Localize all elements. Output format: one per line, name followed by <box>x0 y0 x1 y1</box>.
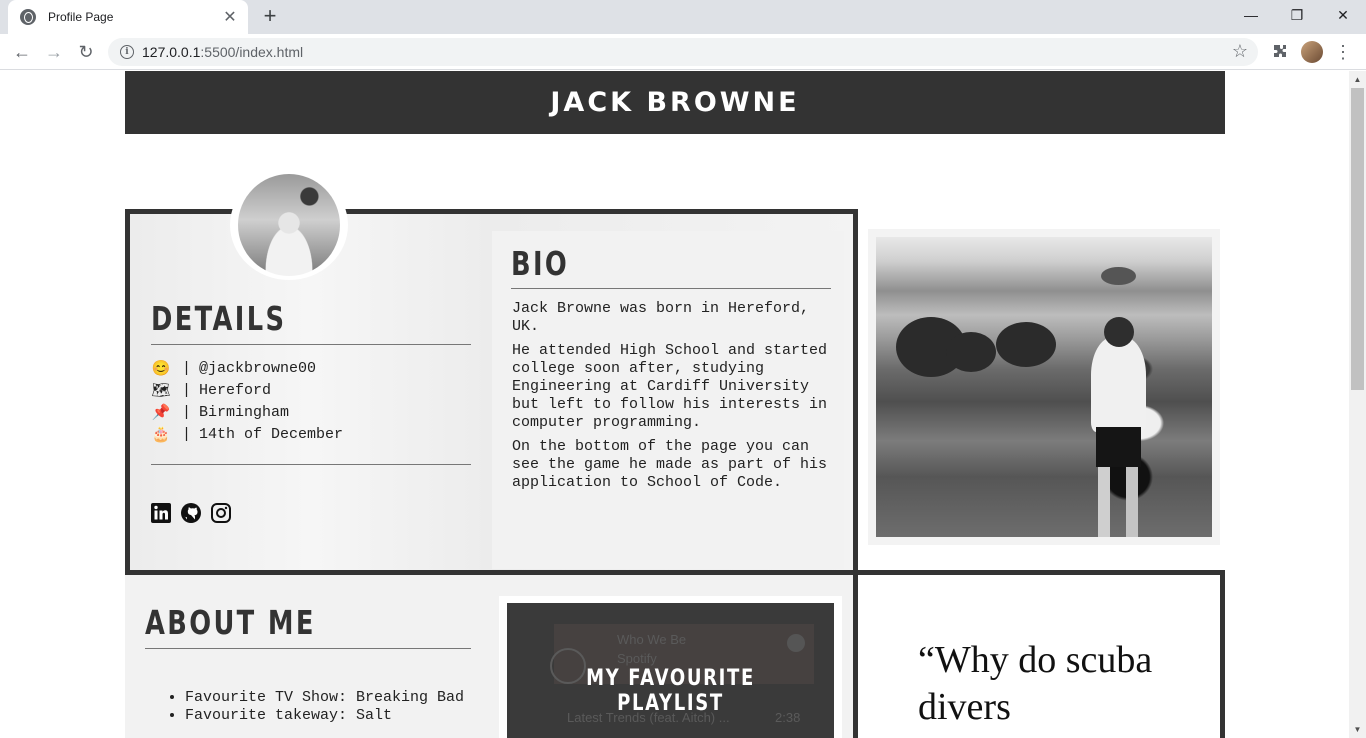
bookmark-star-icon[interactable]: ☆ <box>1232 41 1248 62</box>
about-list: Favourite TV Show: Breaking Bad Favourit… <box>185 689 465 725</box>
smiling-face-icon: 😊 <box>151 360 171 378</box>
detail-hometown: 🗺 | Hereford <box>151 381 272 400</box>
playlist-embed[interactable]: Who We Be Spotify Latest Trends (feat. A… <box>507 603 834 738</box>
spotify-icon <box>787 634 805 652</box>
about-heading: ABOUT ME <box>145 603 316 642</box>
bio-paragraph: Jack Browne was born in Hereford, UK. <box>512 300 810 335</box>
browser-toolbar: ← → ↻ i 127.0.0.1:5500/index.html ☆ ⋮ <box>0 34 1366 70</box>
detail-handle: 😊 | @jackbrowne00 <box>151 359 317 378</box>
info-icon[interactable]: i <box>120 45 134 59</box>
globe-icon <box>20 9 36 25</box>
profile-photo <box>230 170 348 280</box>
birthday-cake-icon: 🎂 <box>151 426 171 444</box>
list-item: Favourite takeway: Salt <box>185 707 465 725</box>
world-map-icon: 🗺 <box>151 382 171 400</box>
scroll-down-icon[interactable]: ▼ <box>1349 721 1366 738</box>
playlist-title: MY FAVOURITE PLAYLIST <box>586 666 755 716</box>
page-title: JACK BROWNE <box>550 87 800 118</box>
divider <box>151 464 471 465</box>
landscape-photo <box>876 237 1212 537</box>
tab-title: Profile Page <box>48 10 114 24</box>
menu-icon[interactable]: ⋮ <box>1332 41 1354 63</box>
details-list: 😊 | @jackbrowne00 🗺 | Hereford 📌 | Birmi… <box>151 357 343 445</box>
quote-text: “Why do scuba divers <box>918 639 1153 728</box>
scroll-up-icon[interactable]: ▲ <box>1349 71 1366 88</box>
close-window-icon[interactable]: ✕ <box>1320 0 1366 30</box>
tab-strip: Profile Page ✕ + — ❐ ✕ <box>0 0 1366 34</box>
new-tab-icon[interactable]: + <box>258 5 282 29</box>
divider <box>151 344 471 345</box>
browser-tab[interactable]: Profile Page ✕ <box>8 0 248 34</box>
close-tab-icon[interactable]: ✕ <box>222 7 238 27</box>
bio-paragraph: He attended High School and started coll… <box>512 342 828 431</box>
instagram-icon[interactable] <box>211 503 231 523</box>
playlist-source: Spotify <box>617 651 657 666</box>
pushpin-icon: 📌 <box>151 404 171 422</box>
detail-location: 📌 | Birmingham <box>151 403 290 422</box>
url-text: 127.0.0.1:5500/index.html <box>142 44 304 60</box>
profile-avatar[interactable] <box>1301 41 1323 63</box>
reload-icon[interactable]: ↻ <box>74 40 98 64</box>
site-header: JACK BROWNE <box>125 71 1225 134</box>
forward-icon[interactable]: → <box>42 40 66 64</box>
minimize-icon[interactable]: — <box>1228 0 1274 30</box>
page-viewport: JACK BROWNE DETAILS 😊 | @jackbrowne00 🗺 … <box>0 71 1349 738</box>
page-scrollbar[interactable]: ▲ ▼ <box>1349 71 1366 738</box>
address-bar[interactable]: i 127.0.0.1:5500/index.html ☆ <box>108 38 1258 66</box>
github-icon[interactable] <box>181 503 201 523</box>
list-item: Favourite TV Show: Breaking Bad <box>185 689 465 707</box>
social-links <box>151 503 231 523</box>
bio-paragraph: On the bottom of the page you can see th… <box>512 438 828 491</box>
extensions-icon[interactable] <box>1268 41 1290 63</box>
linkedin-icon[interactable] <box>151 503 171 523</box>
restore-icon[interactable]: ❐ <box>1274 0 1320 30</box>
details-heading: DETAILS <box>151 299 287 338</box>
divider <box>511 288 831 289</box>
bio-heading: BIO <box>511 244 570 283</box>
bio-text: Jack Browne was born in Hereford, UK. He… <box>512 300 837 498</box>
divider <box>145 648 471 649</box>
playlist-name: Who We Be <box>617 632 687 647</box>
detail-birthday: 🎂 | 14th of December <box>151 425 344 444</box>
scrollbar-thumb[interactable] <box>1351 88 1364 390</box>
back-icon[interactable]: ← <box>10 40 34 64</box>
